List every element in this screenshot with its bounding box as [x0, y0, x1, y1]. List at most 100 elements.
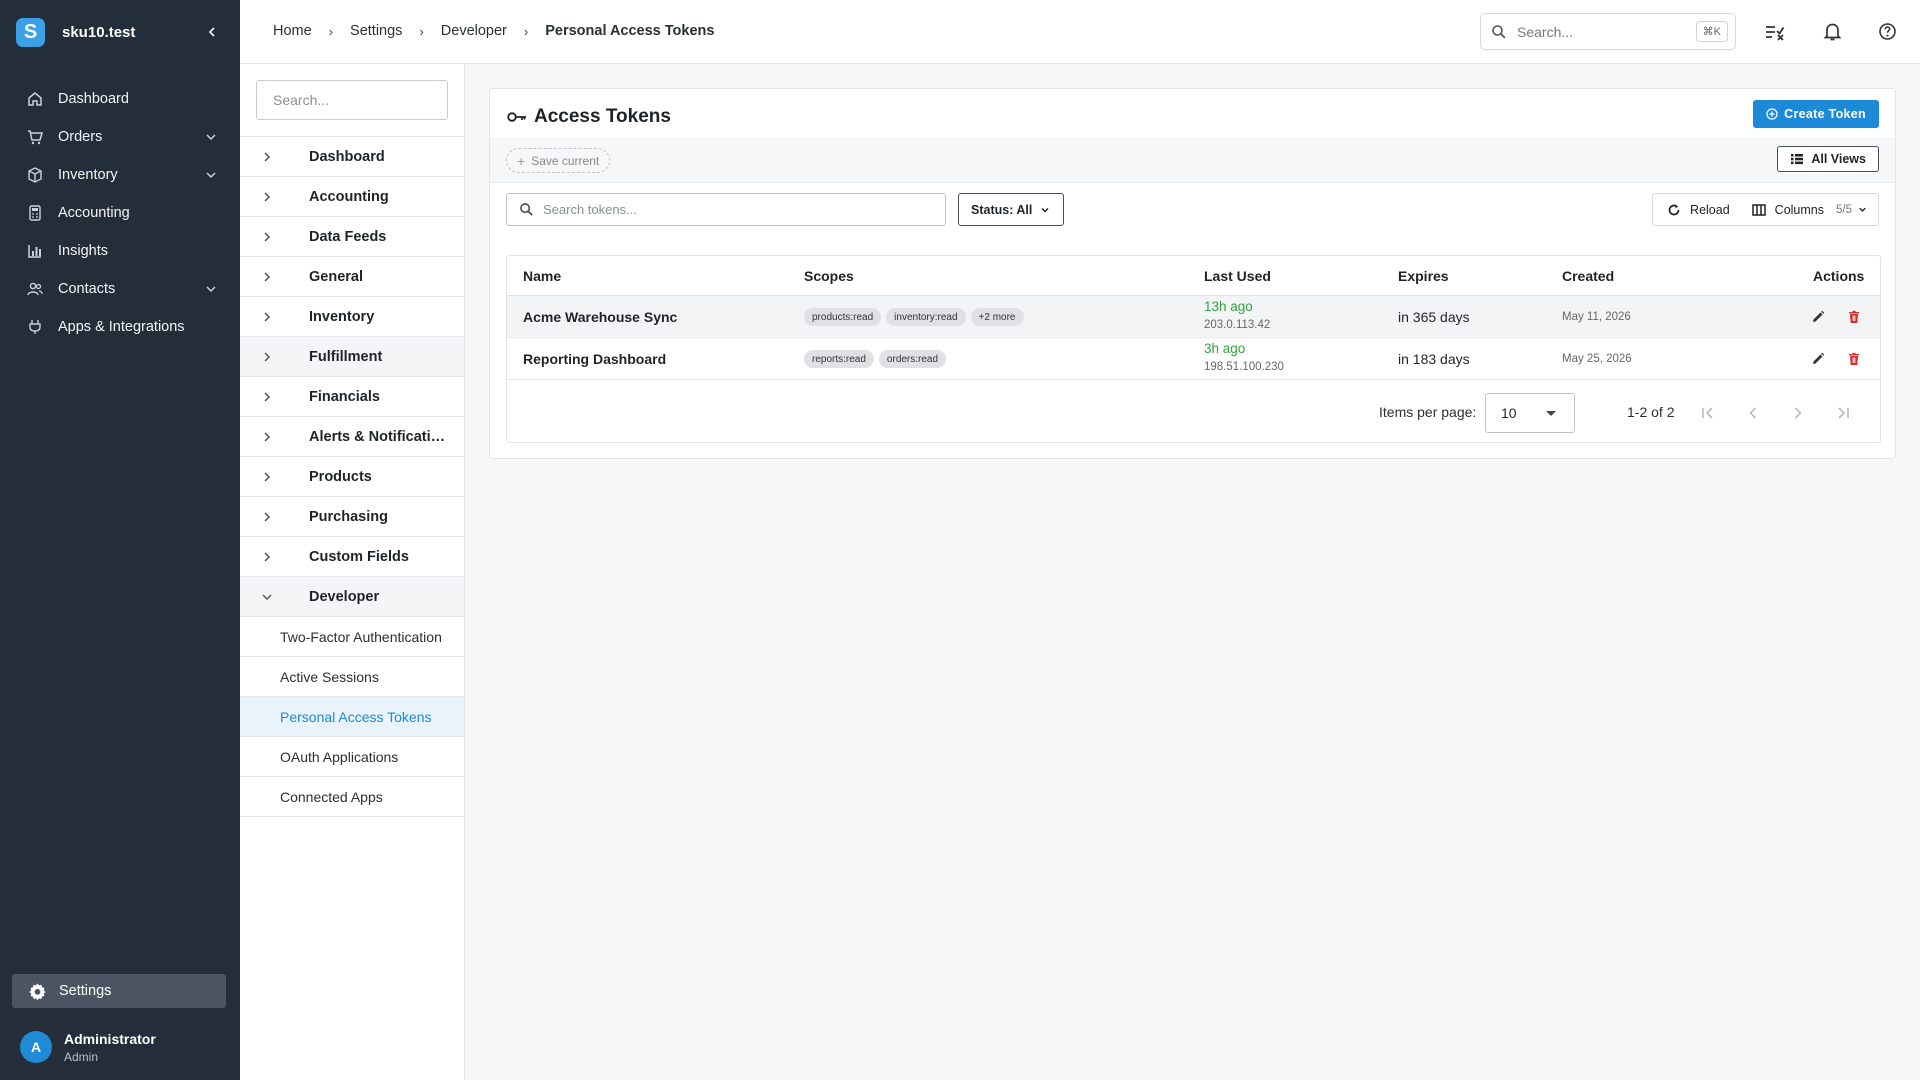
settings-section-label: Fulfillment: [309, 348, 383, 365]
breadcrumb-home[interactable]: Home: [273, 23, 312, 39]
all-views-button[interactable]: All Views: [1777, 146, 1879, 172]
scope-chip: products:read: [804, 308, 882, 326]
column-header-expires[interactable]: Expires: [1398, 268, 1449, 284]
save-current-view-button[interactable]: + Save current: [506, 148, 611, 173]
bell-icon[interactable]: [1822, 21, 1843, 42]
table-row[interactable]: Acme Warehouse Sync products:read invent…: [507, 296, 1880, 338]
chevron-right-icon: [260, 310, 274, 324]
column-header-last-used[interactable]: Last Used: [1204, 268, 1271, 284]
settings-section-label: Alerts & Notifications: [309, 428, 449, 445]
collapse-sidebar-icon[interactable]: [204, 24, 220, 40]
sidebar-item-label: Insights: [58, 243, 108, 259]
last-page-icon[interactable]: [1835, 405, 1851, 421]
settings-section-label: Inventory: [309, 308, 375, 325]
settings-item-oauth-applications[interactable]: OAuth Applications: [240, 737, 464, 777]
reload-button[interactable]: Reload: [1690, 203, 1730, 217]
settings-item-label: OAuth Applications: [280, 748, 399, 765]
chevron-right-icon: [260, 390, 274, 404]
settings-section-label: Developer: [309, 588, 380, 605]
settings-section-financials[interactable]: Financials: [240, 377, 464, 417]
items-per-page-select[interactable]: 10: [1485, 393, 1575, 433]
previous-page-icon[interactable]: [1745, 405, 1761, 421]
edit-icon[interactable]: [1810, 309, 1826, 325]
sidebar-item-settings[interactable]: Settings: [12, 974, 226, 1008]
settings-item-connected-apps[interactable]: Connected Apps: [240, 777, 464, 817]
settings-nav: Dashboard Accounting Data Feeds General …: [240, 64, 465, 1080]
sidebar-item-dashboard[interactable]: Dashboard: [16, 80, 224, 118]
sidebar-item-apps-integrations[interactable]: Apps & Integrations: [16, 308, 224, 346]
token-search[interactable]: [506, 193, 946, 226]
global-search[interactable]: ⌘K: [1480, 13, 1736, 50]
next-page-icon[interactable]: [1790, 405, 1806, 421]
scope-more-chip[interactable]: +2 more: [970, 308, 1024, 326]
column-header-scopes[interactable]: Scopes: [804, 268, 854, 284]
sidebar-item-accounting[interactable]: Accounting: [16, 194, 224, 232]
token-created: May 11, 2026: [1562, 311, 1631, 323]
columns-button[interactable]: Columns: [1775, 203, 1824, 217]
settings-item-two-factor[interactable]: Two-Factor Authentication: [240, 617, 464, 657]
breadcrumb-separator-icon: ›: [419, 23, 424, 39]
checklist-icon[interactable]: [1764, 21, 1785, 42]
chevron-right-icon: [260, 470, 274, 484]
token-scopes: reports:read orders:read: [804, 350, 947, 368]
token-name: Reporting Dashboard: [523, 351, 667, 367]
chevron-down-icon[interactable]: [1857, 204, 1868, 215]
chevron-right-icon: [260, 350, 274, 364]
settings-item-active-sessions[interactable]: Active Sessions: [240, 657, 464, 697]
main-sidebar: S sku10.test Dashboard Orders Inventory …: [0, 0, 240, 1080]
columns-icon: [1751, 203, 1766, 217]
delete-icon[interactable]: [1846, 309, 1862, 325]
chevron-right-icon: [260, 270, 274, 284]
sidebar-item-label: Apps & Integrations: [58, 319, 185, 335]
sidebar-item-orders[interactable]: Orders: [16, 118, 224, 156]
settings-section-data-feeds[interactable]: Data Feeds: [240, 217, 464, 257]
create-token-button[interactable]: Create Token: [1753, 100, 1879, 128]
sidebar-header: S sku10.test: [16, 16, 224, 48]
first-page-icon[interactable]: [1700, 405, 1716, 421]
plus-circle-icon: [1766, 108, 1778, 120]
token-expires: in 365 days: [1398, 309, 1470, 325]
sidebar-item-label: Dashboard: [58, 91, 129, 107]
settings-section-purchasing[interactable]: Purchasing: [240, 497, 464, 537]
reload-icon[interactable]: [1667, 203, 1681, 217]
settings-section-accounting[interactable]: Accounting: [240, 177, 464, 217]
help-icon[interactable]: [1877, 21, 1898, 42]
token-expires: in 183 days: [1398, 351, 1470, 367]
avatar: A: [20, 1031, 52, 1063]
people-icon: [26, 280, 44, 298]
scope-chip: inventory:read: [886, 308, 966, 326]
sidebar-item-insights[interactable]: Insights: [16, 232, 224, 270]
breadcrumb-settings[interactable]: Settings: [350, 23, 402, 39]
column-header-actions: Actions: [1813, 268, 1865, 284]
cart-icon: [26, 128, 44, 146]
caret-down-icon: [1546, 411, 1556, 416]
global-search-input[interactable]: [1517, 23, 1677, 40]
breadcrumb-separator-icon: ›: [328, 23, 334, 39]
column-header-created[interactable]: Created: [1562, 268, 1614, 284]
items-per-page-value: 10: [1501, 405, 1517, 421]
settings-item-personal-access-tokens[interactable]: Personal Access Tokens: [240, 697, 464, 737]
settings-section-developer[interactable]: Developer: [240, 577, 464, 617]
settings-search-input[interactable]: [256, 80, 448, 120]
sidebar-item-contacts[interactable]: Contacts: [16, 270, 224, 308]
column-header-name[interactable]: Name: [523, 268, 561, 284]
settings-section-custom-fields[interactable]: Custom Fields: [240, 537, 464, 577]
settings-section-general[interactable]: General: [240, 257, 464, 297]
delete-icon[interactable]: [1846, 351, 1862, 367]
app-logo[interactable]: S: [16, 17, 45, 47]
settings-section-inventory[interactable]: Inventory: [240, 297, 464, 337]
sidebar-item-inventory[interactable]: Inventory: [16, 156, 224, 194]
pagination: Items per page: 10 1-2 of 2: [507, 381, 1880, 443]
chevron-down-icon: [1039, 204, 1051, 216]
settings-section-products[interactable]: Products: [240, 457, 464, 497]
user-profile[interactable]: A Administrator Admin: [20, 1026, 220, 1068]
breadcrumb: Home › Settings › Developer › Personal A…: [273, 0, 714, 62]
breadcrumb-developer[interactable]: Developer: [441, 23, 507, 39]
settings-section-fulfillment[interactable]: Fulfillment: [240, 337, 464, 377]
settings-section-alerts-notifications[interactable]: Alerts & Notifications: [240, 417, 464, 457]
settings-section-dashboard[interactable]: Dashboard: [240, 137, 464, 177]
edit-icon[interactable]: [1810, 351, 1826, 367]
status-filter-dropdown[interactable]: Status: All: [958, 193, 1065, 226]
token-search-input[interactable]: [543, 202, 923, 217]
table-row[interactable]: Reporting Dashboard reports:read orders:…: [507, 338, 1880, 380]
